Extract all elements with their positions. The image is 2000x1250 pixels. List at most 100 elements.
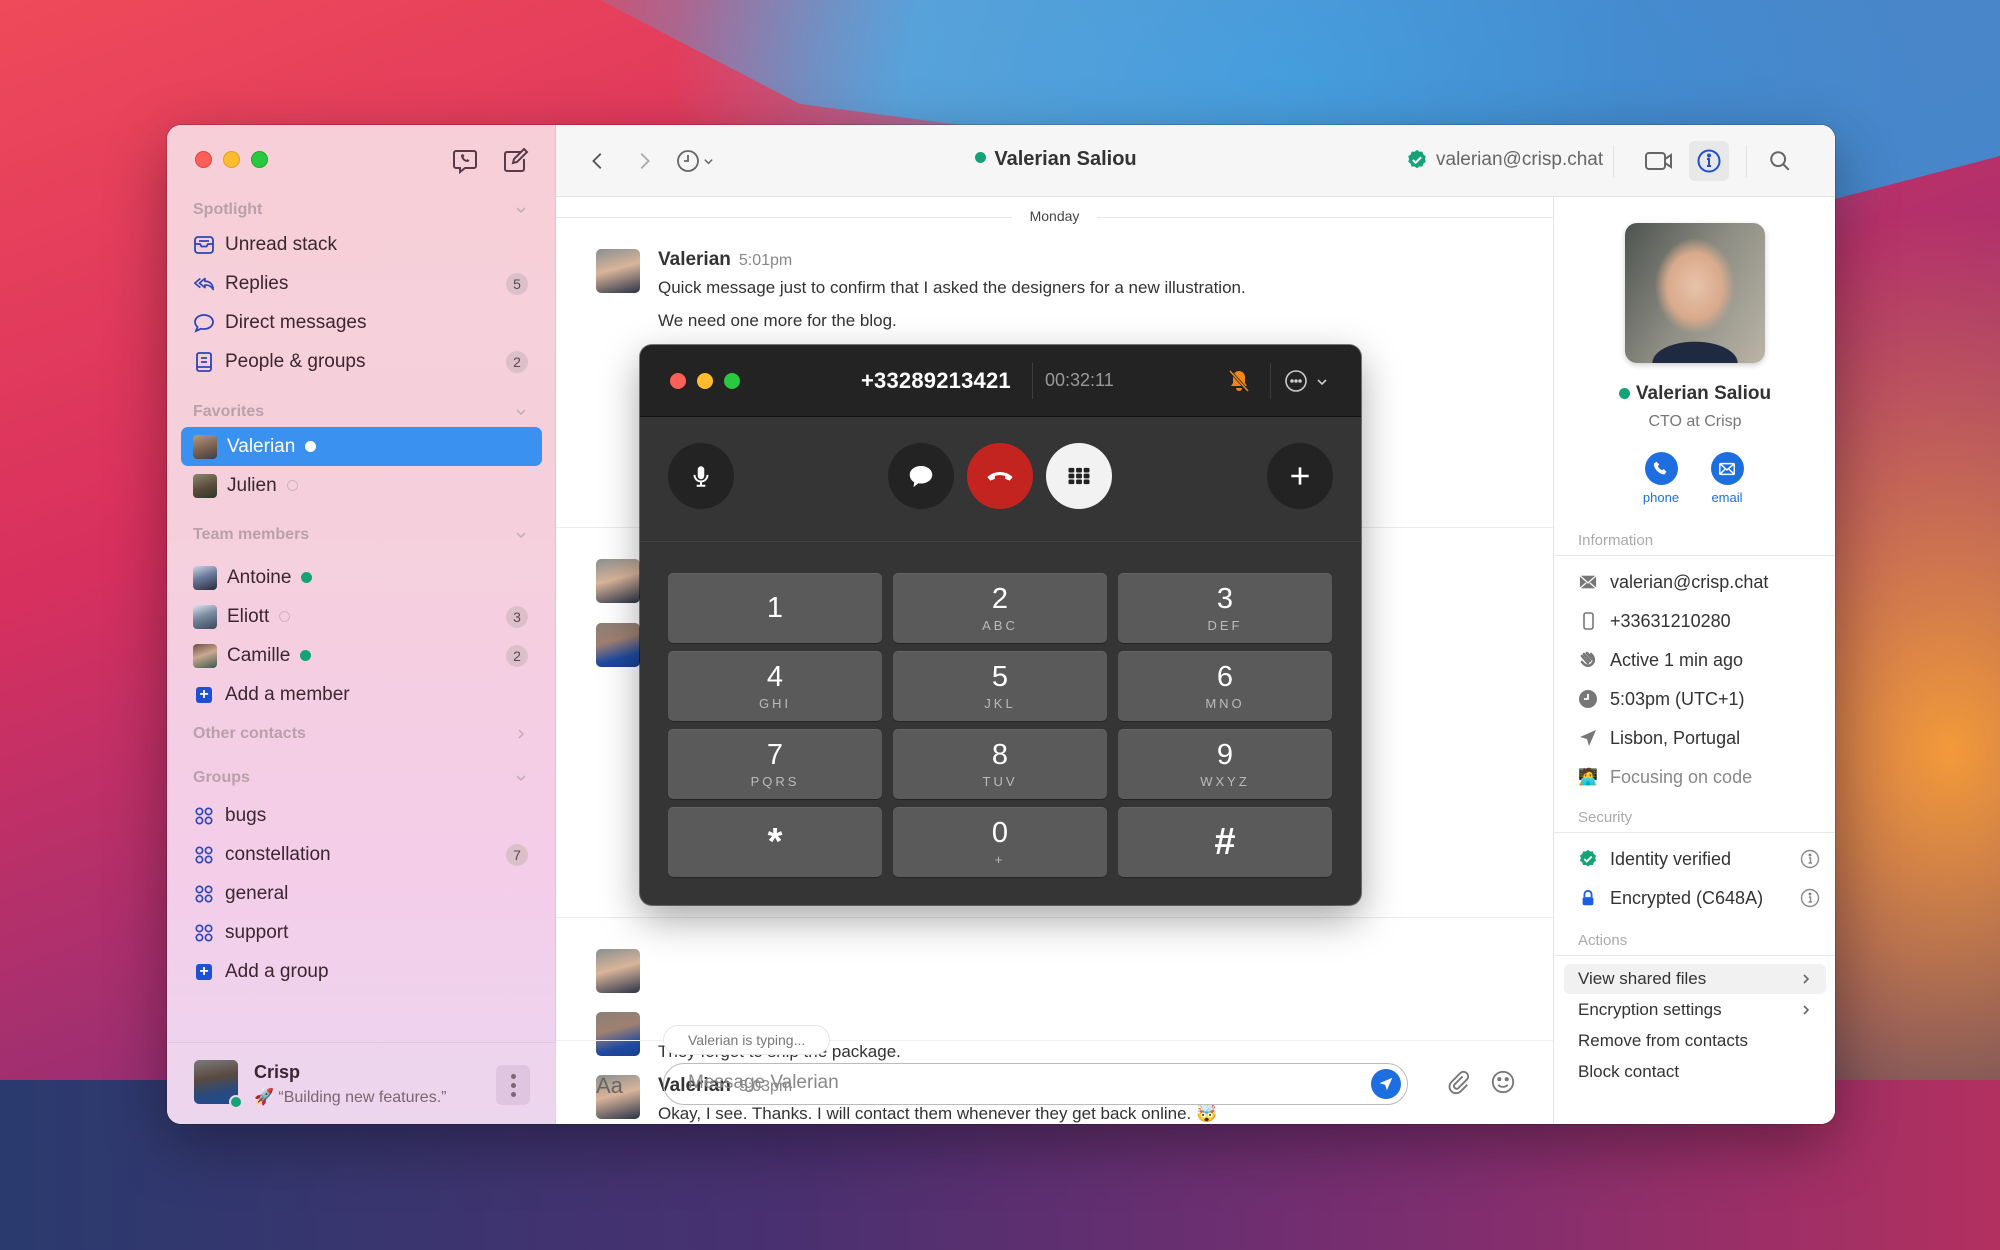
sidebar-item-people-groups[interactable]: People & groups 2 (181, 342, 542, 381)
groups-header[interactable]: Groups (167, 763, 556, 793)
avatar[interactable] (596, 1012, 640, 1056)
keypad-key[interactable]: 0 + (893, 807, 1107, 877)
avatar[interactable] (596, 559, 640, 603)
keypad-key[interactable]: 7 PQRS (668, 729, 882, 799)
sidebar-item-group-bugs[interactable]: bugs (181, 796, 542, 835)
remove-from-contacts-button[interactable]: Remove from contacts (1564, 1026, 1826, 1056)
sidebar-item-antoine[interactable]: Antoine (181, 558, 542, 597)
avatar[interactable] (596, 623, 640, 667)
sidebar-item-valerian[interactable]: Valerian (181, 427, 542, 466)
message-author[interactable]: Valerian (658, 249, 731, 270)
phone-action-button[interactable]: phone (1631, 452, 1691, 505)
avatar[interactable] (596, 949, 640, 993)
sidebar-item-label: Antoine (227, 566, 292, 588)
key-digit: # (1214, 821, 1236, 863)
key-letters: PQRS (750, 773, 800, 789)
unread-badge: 2 (506, 645, 528, 667)
attachment-icon[interactable] (1444, 1069, 1472, 1097)
section-title: Groups (193, 769, 250, 786)
keypad-key[interactable]: # (1118, 807, 1332, 877)
key-digit: 9 (1216, 738, 1234, 771)
key-digit: 6 (1216, 660, 1234, 693)
keypad-key[interactable]: 3 DEF (1118, 573, 1332, 643)
compose-icon[interactable] (501, 147, 529, 175)
sidebar-item-eliott[interactable]: Eliott 3 (181, 597, 542, 636)
key-letters: MNO (1205, 695, 1245, 711)
spotlight-header[interactable]: Spotlight (167, 195, 556, 225)
contact-info-panel: Valerian Saliou CTO at Crisp phone email… (1553, 197, 1835, 1124)
minimize-window-button[interactable] (223, 151, 240, 168)
phone-chat-icon[interactable] (451, 147, 479, 175)
call-chat-button[interactable] (888, 443, 954, 509)
status-dot-offline (279, 611, 291, 622)
security-row-encryption: Encrypted (C648A) (1578, 883, 1828, 913)
keypad-button[interactable] (1046, 443, 1112, 509)
sidebar-item-replies[interactable]: Replies 5 (181, 264, 542, 303)
add-member-button[interactable]: + Add a member (181, 675, 542, 714)
view-shared-files-button[interactable]: View shared files (1564, 964, 1826, 994)
video-call-icon[interactable] (1644, 147, 1674, 175)
info-icon[interactable] (1800, 849, 1820, 869)
chevron-right-icon (518, 729, 525, 739)
sidebar-item-camille[interactable]: Camille 2 (181, 636, 542, 675)
info-button[interactable] (1689, 141, 1729, 181)
more-options-button[interactable] (496, 1065, 530, 1105)
call-duration: 00:32:11 (1045, 370, 1114, 390)
close-call-window-button[interactable] (670, 373, 686, 389)
avatar (193, 643, 217, 668)
mute-microphone-button[interactable] (668, 443, 734, 509)
user-status[interactable]: 🚀 “Building new features.” (254, 1087, 446, 1107)
block-contact-button[interactable]: Block contact (1564, 1057, 1826, 1087)
sidebar-item-group-general[interactable]: general (181, 874, 542, 913)
keypad-key[interactable]: 1 (668, 573, 882, 643)
sidebar-item-direct-messages[interactable]: Direct messages (181, 303, 542, 342)
avatar[interactable] (596, 249, 640, 293)
action-label: Remove from contacts (1578, 1031, 1749, 1050)
keypad-key[interactable]: 9 WXYZ (1118, 729, 1332, 799)
zoom-call-window-button[interactable] (724, 373, 740, 389)
minimize-call-window-button[interactable] (697, 373, 713, 389)
other-contacts-header[interactable]: Other contacts (167, 719, 556, 749)
emoji-icon[interactable] (1490, 1069, 1518, 1097)
sidebar-item-julien[interactable]: Julien (181, 466, 542, 505)
notifications-muted-icon[interactable] (1225, 367, 1253, 395)
keypad-key[interactable]: 4 GHI (668, 651, 882, 721)
message-input[interactable] (664, 1064, 1304, 1102)
close-window-button[interactable] (195, 151, 212, 168)
text-format-button[interactable]: Aa (596, 1073, 623, 1099)
add-group-button[interactable]: + Add a group (181, 952, 542, 991)
keypad-key[interactable]: 8 TUV (893, 729, 1107, 799)
status-dot-online (975, 152, 987, 164)
chevron-down-icon[interactable] (1316, 376, 1328, 388)
zoom-window-button[interactable] (251, 151, 268, 168)
sidebar-item-group-support[interactable]: support (181, 913, 542, 952)
keypad-key[interactable]: 5 JKL (893, 651, 1107, 721)
email-action-button[interactable]: email (1697, 452, 1757, 505)
sidebar-item-group-constellation[interactable]: constellation 7 (181, 835, 542, 874)
info-value: 5:03pm (UTC+1) (1610, 688, 1745, 709)
sidebar-item-unread-stack[interactable]: Unread stack (181, 225, 542, 264)
security-row-identity: Identity verified (1578, 844, 1828, 874)
send-button[interactable] (1371, 1069, 1401, 1099)
info-row-phone[interactable]: +33631210280 (1578, 606, 1828, 636)
favorites-header[interactable]: Favorites (167, 397, 556, 427)
separator (1746, 145, 1747, 177)
add-call-button[interactable] (1267, 443, 1333, 509)
status-dot-online (229, 1095, 243, 1109)
sidebar-item-label: Add a group (225, 960, 329, 982)
encryption-settings-button[interactable]: Encryption settings (1564, 995, 1826, 1025)
more-options-icon[interactable] (1284, 369, 1308, 393)
team-header[interactable]: Team members (167, 520, 556, 550)
keypad-key[interactable]: 2 ABC (893, 573, 1107, 643)
sidebar-item-label: bugs (225, 804, 267, 826)
keypad-key[interactable]: 6 MNO (1118, 651, 1332, 721)
info-row-email[interactable]: valerian@crisp.chat (1578, 567, 1828, 597)
hang-up-button[interactable] (967, 443, 1033, 509)
search-icon[interactable] (1766, 147, 1794, 175)
conversation-header: Valerian Saliou valerian@crisp.chat (556, 125, 1835, 197)
keypad-key[interactable]: * (668, 807, 882, 877)
message-time: 5:01pm (738, 252, 793, 269)
message-composer (663, 1063, 1408, 1105)
info-icon[interactable] (1800, 888, 1820, 908)
action-label: View shared files (1578, 969, 1707, 988)
